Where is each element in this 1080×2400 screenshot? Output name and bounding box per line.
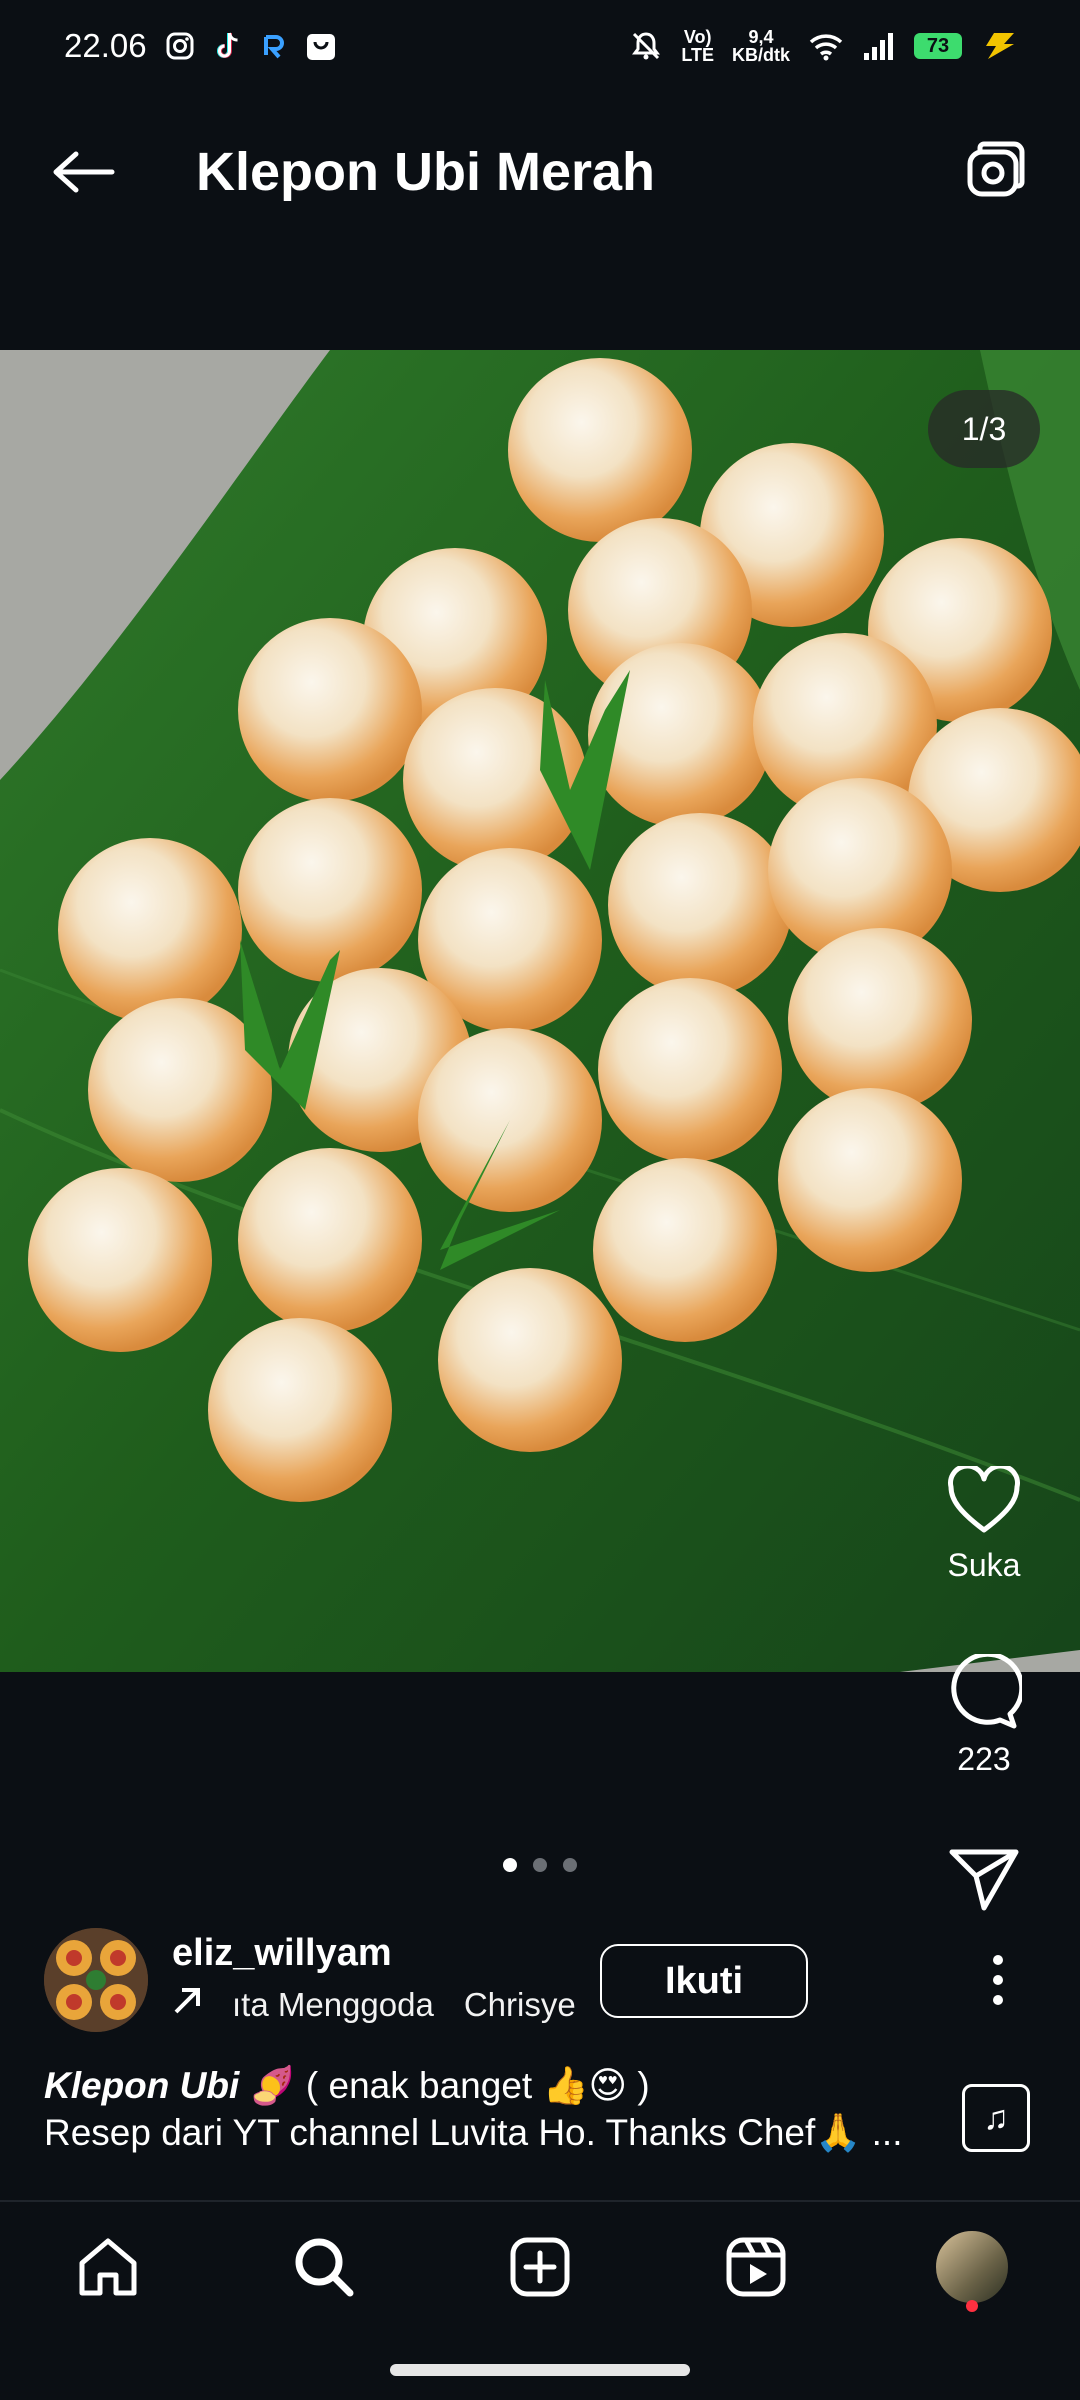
caption-more[interactable]: ... [872,2112,903,2153]
paper-plane-icon [949,1849,1019,1911]
notification-dot [966,2300,978,2312]
wifi-icon [808,31,844,61]
audio-thumbnail[interactable]: ♫ [962,2084,1030,2152]
caption-line-1: Klepon Ubi 🍠 ( enak banget 👍😍 ) [44,2062,924,2109]
caption-body: Resep dari YT channel Luvita Ho. Thanks … [44,2112,862,2153]
battery-level: 73 [914,33,962,59]
caption-title-tail: 🍠 ( enak banget 👍😍 ) [239,2065,650,2106]
nav-profile[interactable] [917,2212,1027,2322]
nav-search[interactable] [269,2212,379,2322]
network-speed-unit: KB/dtk [732,45,790,65]
post-caption[interactable]: Klepon Ubi 🍠 ( enak banget 👍😍 ) Resep da… [44,2062,924,2156]
caption-line-2: Resep dari YT channel Luvita Ho. Thanks … [44,2109,924,2156]
comment-icon [951,1651,1025,1729]
camera-icon [967,141,1025,197]
status-time: 22.06 [64,27,147,64]
network-speed-value: 9,4 [748,27,774,47]
caption-title: Klepon Ubi [44,2065,240,2106]
music-info[interactable]: ıta Menggoda Chrisye [172,1986,576,2024]
home-indicator[interactable] [390,2364,690,2376]
heart-icon [948,1463,1020,1533]
volte-icon: Vo) LTE [681,27,714,65]
camera-button[interactable] [956,132,1036,212]
photo-counter: 1/3 [928,390,1040,468]
back-button[interactable] [44,132,124,212]
nav-create[interactable] [485,2212,595,2322]
like-label: Suka [947,1547,1021,1583]
pagination-dot-3 [563,1858,577,1872]
more-vertical-icon [993,1955,1003,2005]
tiktok-notification-icon [213,30,243,62]
nav-home[interactable] [53,2212,163,2322]
like-action[interactable]: Suka [914,1463,1054,1584]
music-title: ıta Menggoda [232,1986,434,2023]
search-icon [295,2238,354,2297]
author-row: eliz_willyam ıta Menggoda Chrisye Ikuti [44,1928,1044,2032]
comment-action[interactable]: 223 [914,1651,1054,1778]
bottom-navigation [0,2202,1080,2332]
music-note-icon: ♫ [983,2098,1009,2137]
pagination-dot-2 [533,1858,547,1872]
nav-reels[interactable] [701,2212,811,2322]
carousel-pagination [0,1858,1080,1872]
trending-arrow-icon [172,1986,202,2024]
charging-icon [980,31,1020,61]
more-options-button[interactable] [974,1950,1022,2010]
shopping-bag-icon [305,30,337,62]
network-speed: 9,4 KB/dtk [732,28,790,64]
home-icon [79,2238,137,2296]
app-notification-icon [261,33,287,59]
plus-square-icon [510,2237,570,2297]
cellular-signal-icon [862,31,896,61]
music-artist: Chrisye [463,1986,576,2023]
author-avatar[interactable] [44,1928,148,2032]
profile-avatar [934,2229,1010,2305]
mute-bell-icon [629,29,663,63]
share-action[interactable] [914,1846,1054,1917]
follow-button[interactable]: Ikuti [600,1944,808,2018]
arrow-left-icon [53,151,115,193]
instagram-notification-icon [165,31,195,61]
status-bar: 22.06 Vo) LTE 9,4 KB/dtk 73 [0,0,1080,92]
top-header: Klepon Ubi Merah [0,92,1080,252]
author-username[interactable]: eliz_willyam [172,1932,392,1975]
comment-count: 223 [957,1741,1011,1777]
page-title: Klepon Ubi Merah [196,142,656,202]
pagination-dot-1 [503,1858,517,1872]
reels-icon [726,2237,786,2297]
